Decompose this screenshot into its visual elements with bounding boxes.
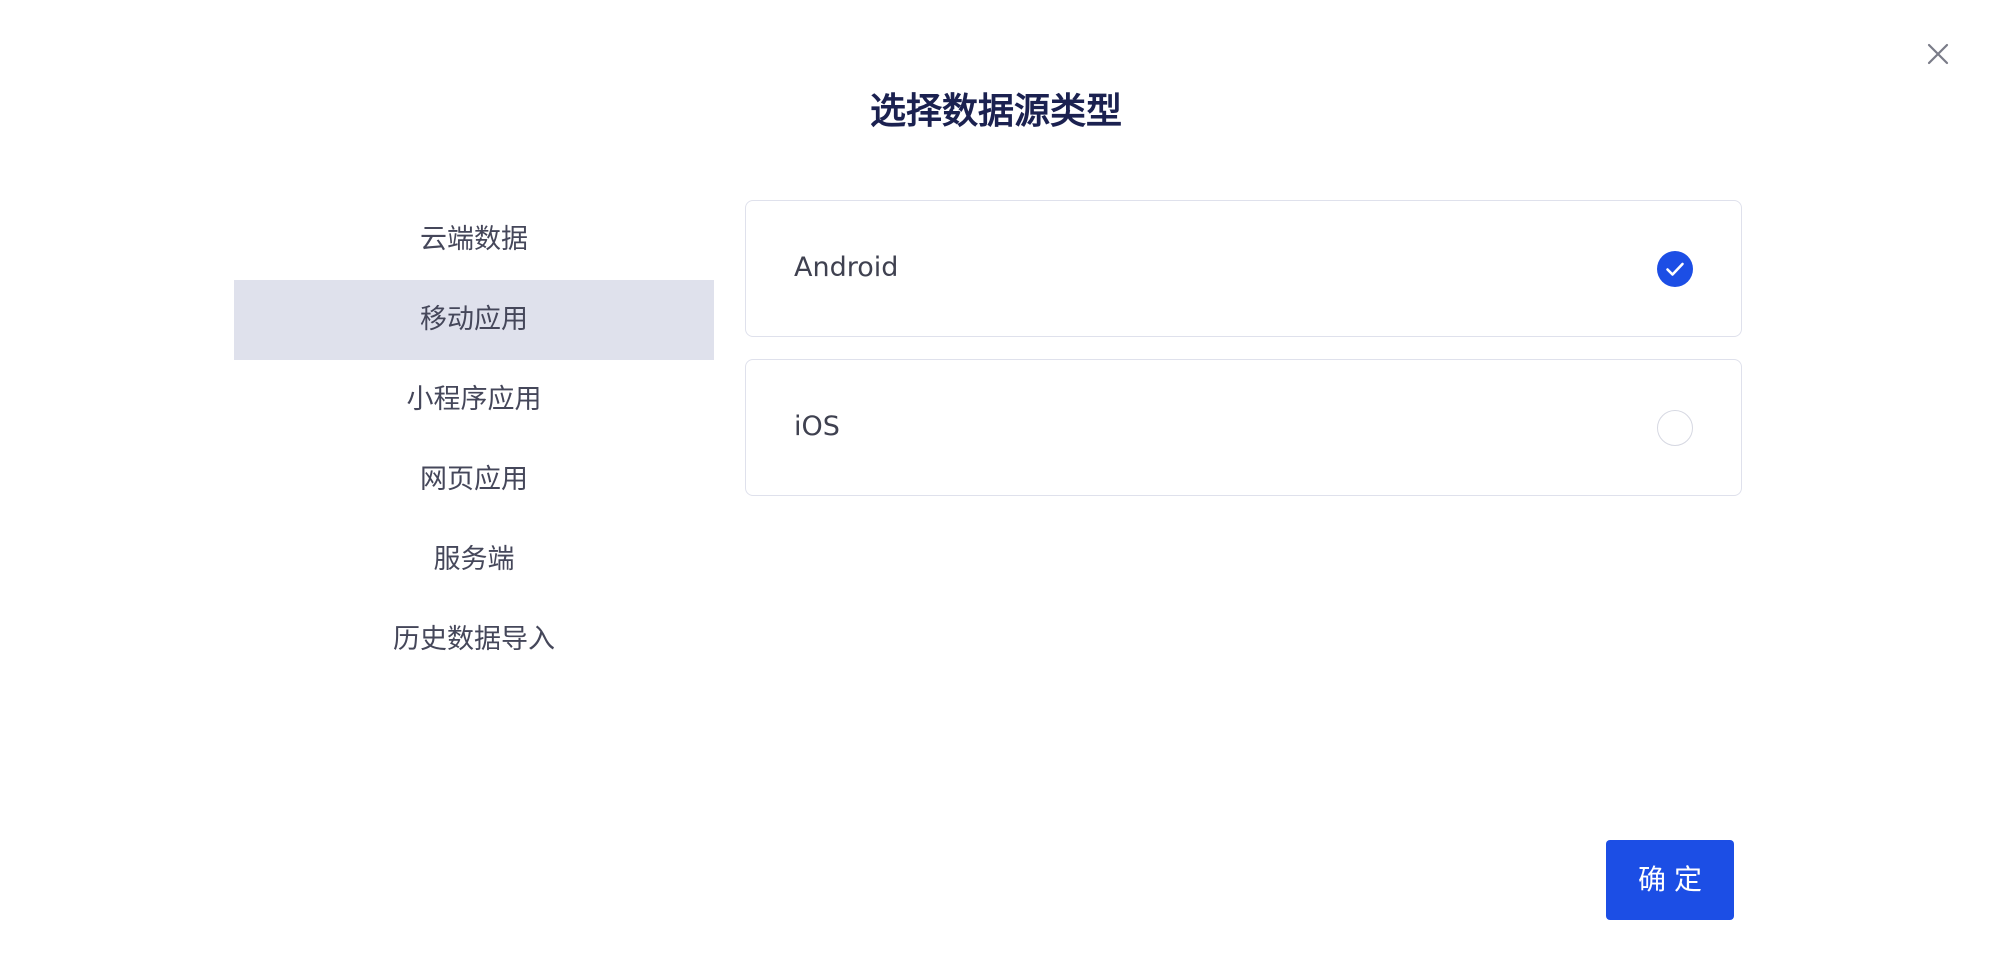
category-item-cloud-data[interactable]: 云端数据 bbox=[234, 200, 714, 280]
checkmark-icon bbox=[1666, 262, 1684, 276]
close-icon bbox=[1927, 43, 1949, 65]
dialog-title: 选择数据源类型 bbox=[869, 91, 1122, 132]
select-datasource-dialog: 选择数据源类型 云端数据 移动应用 小程序应用 网页应用 服务端 历史数据导入 … bbox=[0, 0, 1992, 980]
category-item-history-import[interactable]: 历史数据导入 bbox=[234, 600, 714, 680]
category-item-server[interactable]: 服务端 bbox=[234, 520, 714, 600]
category-item-web-app[interactable]: 网页应用 bbox=[234, 440, 714, 520]
category-item-mobile-app[interactable]: 移动应用 bbox=[234, 280, 714, 360]
option-list: Android iOS bbox=[745, 200, 1744, 518]
radio-checked[interactable] bbox=[1657, 250, 1693, 287]
radio-unchecked[interactable] bbox=[1657, 409, 1693, 446]
option-card-android[interactable]: Android bbox=[745, 200, 1742, 337]
category-list: 云端数据 移动应用 小程序应用 网页应用 服务端 历史数据导入 bbox=[234, 200, 714, 680]
confirm-button[interactable]: 确定 bbox=[1606, 840, 1734, 920]
category-item-mini-program[interactable]: 小程序应用 bbox=[234, 360, 714, 440]
option-card-ios[interactable]: iOS bbox=[745, 359, 1742, 496]
option-label: Android bbox=[794, 252, 899, 283]
close-button[interactable] bbox=[1916, 32, 1960, 76]
option-label: iOS bbox=[794, 411, 840, 442]
